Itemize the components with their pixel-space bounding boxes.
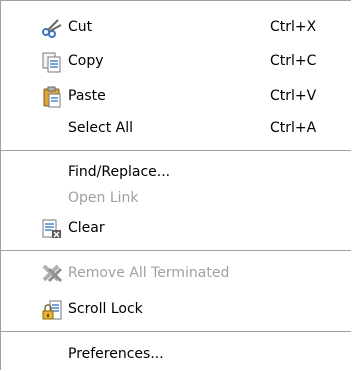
- menu-item-label: Preferences...: [68, 346, 164, 362]
- menu-item-select-all[interactable]: Select All Ctrl+A: [1, 112, 351, 145]
- menu-item-label: Select All: [68, 120, 133, 136]
- menu-separator: [1, 331, 351, 332]
- menu-item-shortcut: Ctrl+C: [270, 53, 317, 69]
- menu-item-cut[interactable]: Cut Ctrl+X: [1, 11, 351, 44]
- menu-item-label: Open Link: [68, 190, 139, 206]
- menu-item-label: Remove All Terminated: [68, 265, 230, 281]
- menu-item-clear[interactable]: Clear: [1, 212, 351, 245]
- scissors-icon: [41, 17, 63, 39]
- context-menu: Cut Ctrl+X Copy Ctrl+C Paste Ctrl+V Sele…: [0, 0, 351, 370]
- copy-icon: [41, 51, 63, 73]
- scroll-lock-icon: [41, 299, 63, 321]
- menu-item-paste[interactable]: Paste Ctrl+V: [1, 80, 351, 113]
- menu-item-shortcut: Ctrl+X: [270, 19, 317, 35]
- menu-separator: [1, 150, 351, 151]
- menu-item-remove-all-terminated: Remove All Terminated: [1, 257, 351, 290]
- remove-all-terminated-icon: [41, 263, 63, 285]
- menu-item-copy[interactable]: Copy Ctrl+C: [1, 45, 351, 78]
- menu-item-label: Find/Replace...: [68, 164, 171, 180]
- menu-item-shortcut: Ctrl+V: [270, 88, 317, 104]
- paste-icon: [41, 86, 63, 108]
- menu-item-label: Scroll Lock: [68, 301, 143, 317]
- menu-item-label: Copy: [68, 53, 104, 69]
- clear-console-icon: [41, 218, 63, 240]
- menu-item-scroll-lock[interactable]: Scroll Lock: [1, 293, 351, 326]
- menu-item-open-link: Open Link: [1, 182, 351, 215]
- menu-item-preferences[interactable]: Preferences...: [1, 338, 351, 371]
- menu-item-label: Cut: [68, 19, 93, 35]
- menu-separator: [1, 250, 351, 251]
- menu-item-shortcut: Ctrl+A: [270, 120, 317, 136]
- menu-item-label: Paste: [68, 88, 106, 104]
- menu-item-label: Clear: [68, 220, 105, 236]
